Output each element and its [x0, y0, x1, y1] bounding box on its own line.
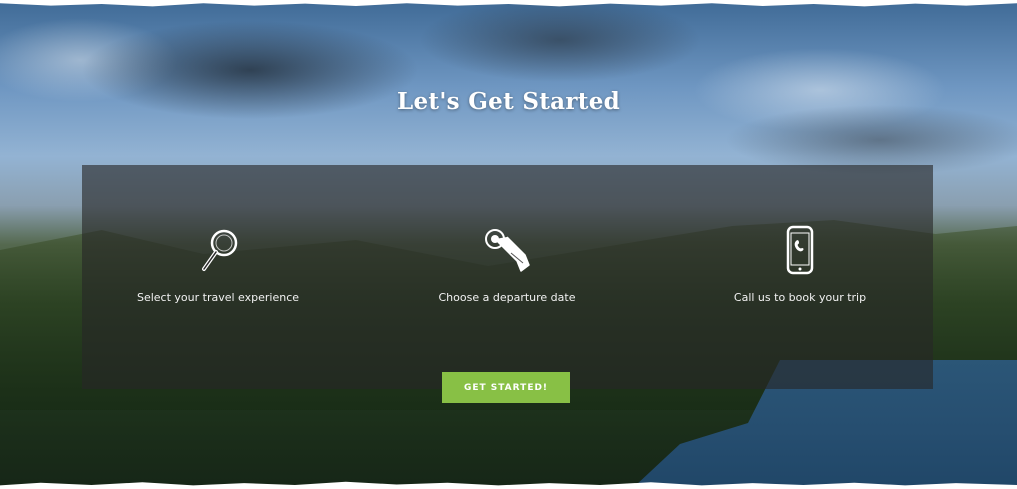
step-label: Call us to book your trip: [733, 291, 867, 304]
get-started-button[interactable]: GET STARTED!: [442, 372, 570, 403]
steps-panel: Select your travel experience Choose a d…: [82, 165, 933, 389]
step-label: Choose a departure date: [438, 291, 576, 304]
phone-icon: [786, 225, 814, 275]
step-label: Select your travel experience: [136, 291, 300, 304]
magnifier-icon: [202, 229, 238, 271]
hero-section: Let's Get Started Select your travel exp…: [0, 0, 1017, 489]
step-choose-date: Choose a departure date: [377, 225, 637, 304]
step-select-experience: Select your travel experience: [88, 225, 348, 304]
touch-hand-icon: [485, 229, 530, 272]
step-call-us: Call us to book your trip: [670, 225, 930, 304]
page-title: Let's Get Started: [396, 88, 621, 115]
